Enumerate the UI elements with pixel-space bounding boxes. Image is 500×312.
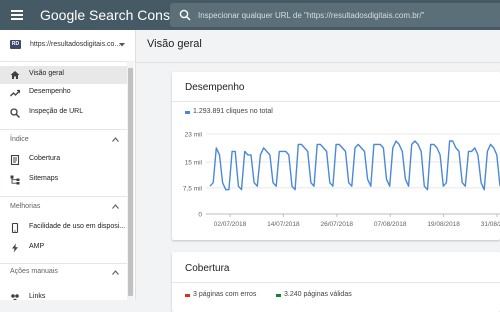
section-manual-actions-header[interactable]: Ações manuais <box>10 268 58 275</box>
sidebar-item-label: Facilidade de uso em disposi... <box>29 223 126 230</box>
sidebar-item-label: AMP <box>29 243 45 250</box>
chevron-up-icon[interactable] <box>112 270 119 275</box>
page-title: Visão geral <box>147 38 202 50</box>
y-tick-label: 15 mil <box>185 159 203 166</box>
valid-swatch <box>276 294 281 297</box>
sidebar-item-label: Desempenho <box>29 88 71 95</box>
x-tick-label: 26/07/2018 <box>321 221 354 228</box>
coverage-errors: 3 páginas com erros <box>193 291 257 298</box>
y-tick-label: 7,5 mil <box>183 185 203 192</box>
sidebar-divider <box>0 263 128 264</box>
chevron-up-icon[interactable] <box>112 204 119 209</box>
bolt-icon <box>12 243 18 253</box>
sidebar-item-amp[interactable]: AMP <box>0 239 128 257</box>
chevron-up-icon[interactable] <box>112 137 119 142</box>
menu-icon[interactable] <box>11 10 23 20</box>
sidebar-divider <box>0 196 128 197</box>
series-line-clicks <box>209 140 500 191</box>
property-url: https://resultadosdigitais.co... <box>30 41 121 48</box>
sidebar-item-overview[interactable]: Visão geral <box>0 66 128 84</box>
header-divider <box>136 62 500 63</box>
section-improvements-header[interactable]: Melhorias <box>10 203 40 210</box>
link-icon <box>11 294 19 300</box>
performance-chart[interactable]: 0 7,5 mil 15 mil 23 mil 02/07/2018 14/07/2018… <box>172 72 500 232</box>
url-inspection-input[interactable] <box>198 3 498 27</box>
sidebar-item-coverage[interactable]: Cobertura <box>0 151 128 169</box>
sidebar-divider <box>0 129 128 130</box>
top-app-bar: Google Search Console <box>0 0 500 30</box>
sidebar-item-label: Links <box>29 293 46 300</box>
property-badge: RD <box>10 40 21 49</box>
coverage-title[interactable]: Cobertura <box>185 263 229 274</box>
sidebar-item-mobile-usability[interactable]: Facilidade de uso em disposi... <box>0 219 128 237</box>
coverage-valid: 3.240 páginas válidas <box>284 291 352 298</box>
y-tick-label: 0 <box>198 212 202 219</box>
home-icon <box>10 71 20 79</box>
coverage-card: Cobertura 3 páginas com erros 3.240 pági… <box>172 252 500 312</box>
sidebar-item-label: Inspeção de URL <box>29 108 84 115</box>
url-inspection-search <box>170 3 500 27</box>
sidebar-item-label: Visão geral <box>29 70 64 77</box>
performance-card: Desempenho 1.293.891 cliques no total 07… <box>172 72 500 240</box>
card-divider <box>172 282 500 283</box>
property-selector[interactable]: RD https://resultadosdigitais.co... <box>0 30 135 62</box>
x-tick-label: 07/08/2018 <box>374 221 407 228</box>
section-index-header[interactable]: Índice <box>10 136 29 143</box>
sidebar-item-performance[interactable]: Desempenho <box>0 84 128 102</box>
phone-icon <box>11 223 19 233</box>
app-title: Google Search Console <box>40 7 189 23</box>
sidebar-item-links[interactable]: Links <box>0 289 128 300</box>
search-icon <box>10 108 20 118</box>
x-tick-label: 14/07/2018 <box>267 221 300 228</box>
trending-up-icon <box>10 89 20 97</box>
sidebar-item-sitemaps[interactable]: Sitemaps <box>0 171 128 189</box>
errors-swatch <box>185 294 190 297</box>
sitemap-icon <box>10 175 20 185</box>
caret-down-icon <box>119 43 125 47</box>
x-tick-label: 02/07/2018 <box>214 221 247 228</box>
sidebar-scrollbar-thumb[interactable] <box>128 68 133 296</box>
y-tick-label: 23 mil <box>185 132 203 139</box>
sidebar-item-label: Cobertura <box>29 155 61 162</box>
sidebar-item-label: Sitemaps <box>29 175 59 182</box>
x-tick-label: 19/08/2018 <box>427 221 460 228</box>
sidebar-item-url-inspection[interactable]: Inspeção de URL <box>0 104 128 122</box>
sidebar: RD https://resultadosdigitais.co... Visã… <box>0 30 136 300</box>
x-tick-label: 31/08/2018 <box>481 221 500 228</box>
coverage-icon <box>10 155 20 165</box>
search-icon[interactable] <box>179 9 191 21</box>
